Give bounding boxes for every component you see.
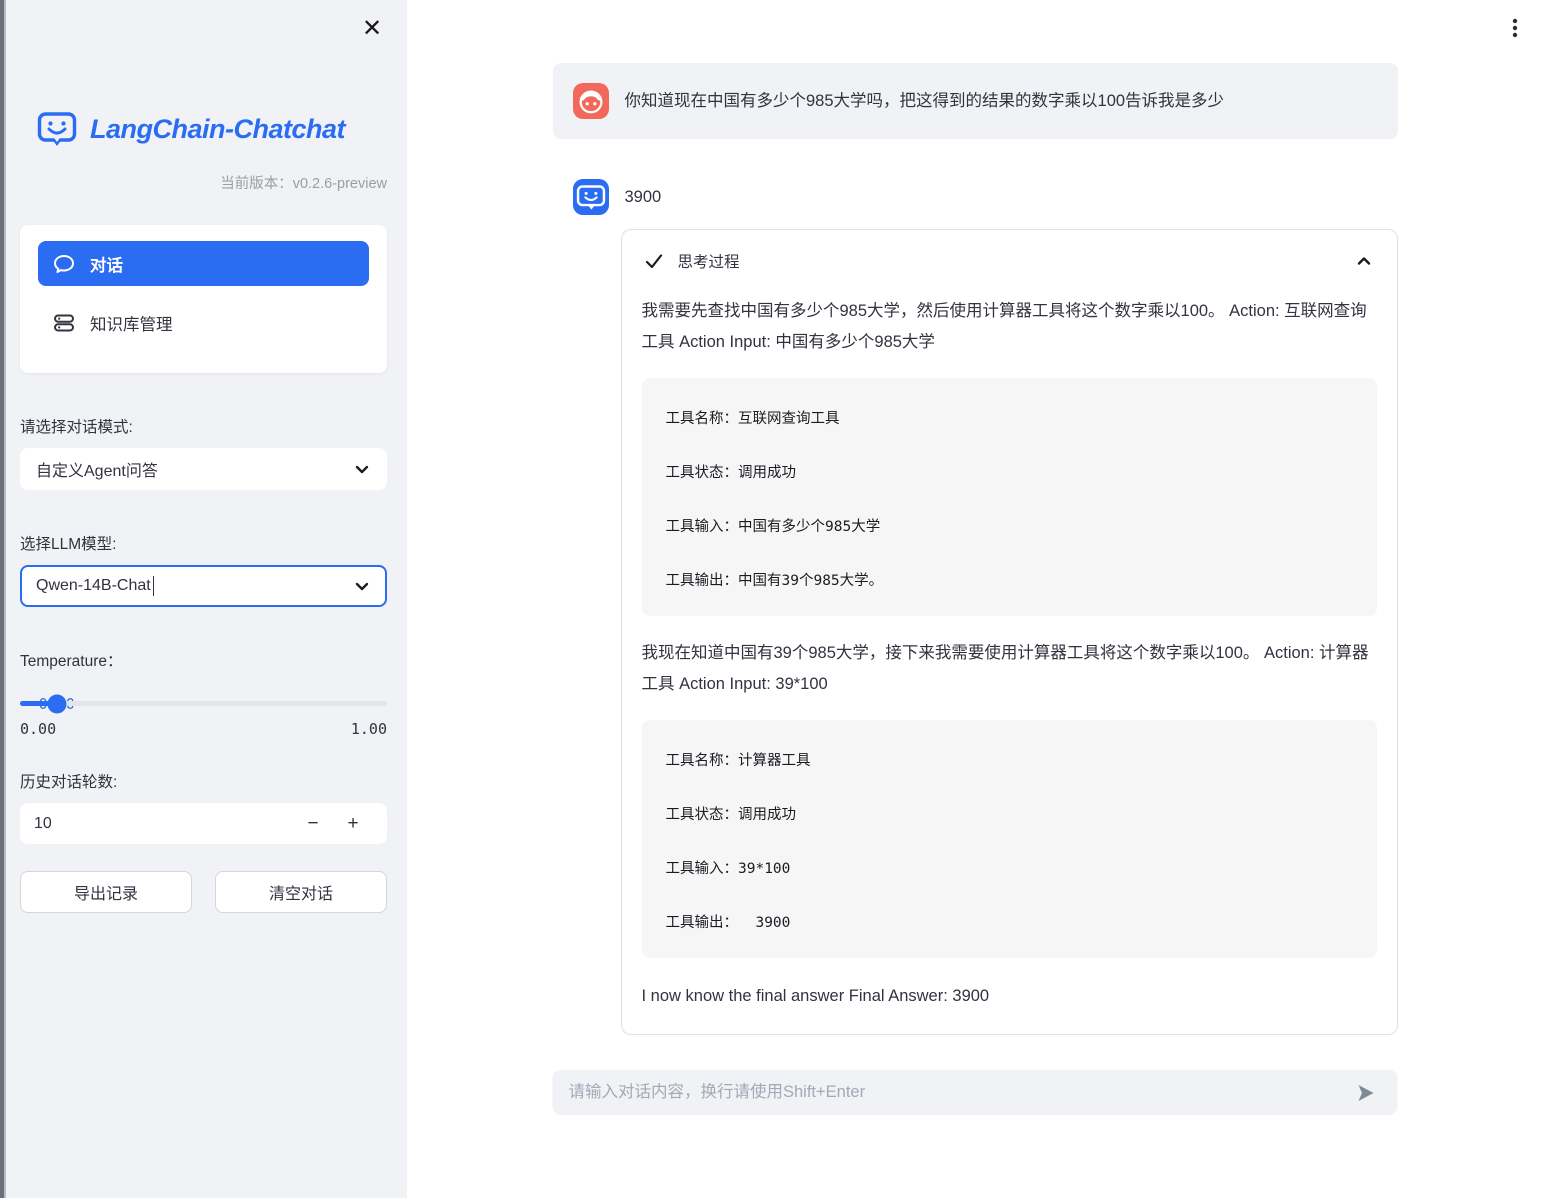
- llm-model-select[interactable]: Qwen-14B-Chat: [20, 565, 387, 607]
- tool-status-line: 工具状态：调用成功: [666, 463, 1353, 483]
- slider-thumb[interactable]: [47, 694, 66, 713]
- expander-header[interactable]: 思考过程: [622, 230, 1397, 284]
- export-records-button[interactable]: 导出记录: [20, 871, 192, 913]
- chatchat-logo-icon: [36, 108, 78, 150]
- brand-title: LangChain-Chatchat: [90, 114, 345, 145]
- window-edge-highlight: [4, 0, 6, 1198]
- tool-call-block-1: 工具名称：互联网查询工具 工具状态：调用成功 工具输入：中国有多少个985大学 …: [642, 378, 1377, 616]
- nav-item-knowledge-base[interactable]: 知识库管理: [38, 300, 369, 345]
- thought-paragraph: 我现在知道中国有39个985大学，接下来我需要使用计算器工具将这个数字乘以100…: [642, 638, 1377, 700]
- main-area: 你知道现在中国有多少个985大学吗，把这得到的结果的数字乘以100告诉我是多少 …: [407, 0, 1543, 1198]
- chevron-down-icon: [353, 577, 371, 595]
- tool-name-line: 工具名称：互联网查询工具: [666, 409, 1353, 429]
- history-rounds-input[interactable]: 10 − +: [20, 803, 387, 844]
- assistant-answer-text: 3900: [625, 179, 662, 215]
- llm-model-label: 选择LLM模型:: [20, 532, 387, 554]
- app-window: ✕ LangChain-Chatchat 当前版本：v0.2.6-preview: [0, 0, 1543, 1198]
- history-rounds-value: 10: [34, 815, 293, 833]
- slider-track[interactable]: [20, 701, 387, 706]
- thinking-process-expander: 思考过程 我需要先查找中国有多少个985大学，然后使用计算器工具将这个数字乘以1…: [621, 229, 1398, 1035]
- slider-minmax: 0.00 1.00: [20, 720, 387, 738]
- chat-bubble-icon: [52, 252, 76, 276]
- overflow-menu-button[interactable]: [1500, 13, 1530, 43]
- brand: LangChain-Chatchat: [36, 108, 387, 150]
- history-rounds-label: 历史对话轮数:: [20, 770, 387, 792]
- version-value: v0.2.6-preview: [293, 176, 387, 192]
- temperature-slider: 0.10 0.00 1.00: [20, 701, 387, 738]
- user-avatar: [573, 83, 609, 119]
- increment-button[interactable]: +: [333, 803, 373, 844]
- server-stack-icon: [52, 311, 76, 335]
- user-message-text: 你知道现在中国有多少个985大学吗，把这得到的结果的数字乘以100告诉我是多少: [625, 83, 1225, 119]
- nav-card: 对话 知识库管理: [20, 225, 387, 373]
- chat-input[interactable]: [569, 1083, 1350, 1102]
- temperature-label: Temperature：: [20, 649, 387, 671]
- expander-title: 思考过程: [678, 250, 740, 272]
- nav-item-dialog-label: 对话: [90, 252, 123, 276]
- chatchat-bot-icon: [574, 180, 608, 214]
- final-answer-text: I now know the final answer Final Answer…: [642, 984, 1377, 1008]
- tool-output-line: 工具输出：中国有39个985大学。: [666, 571, 1353, 591]
- slider-max-label: 1.00: [351, 720, 387, 738]
- tool-output-line: 工具输出： 3900: [666, 913, 1353, 933]
- assistant-avatar: [573, 179, 609, 215]
- send-icon: [1354, 1081, 1378, 1105]
- dialog-mode-select[interactable]: 自定义Agent问答: [20, 448, 387, 490]
- tool-name-line: 工具名称：计算器工具: [666, 751, 1353, 771]
- thought-paragraph: 我需要先查找中国有多少个985大学，然后使用计算器工具将这个数字乘以100。 A…: [642, 296, 1377, 358]
- llm-model-value: Qwen-14B-Chat: [36, 577, 151, 595]
- sidebar-actions: 导出记录 清空对话: [20, 871, 387, 913]
- assistant-message: 3900: [553, 179, 1398, 215]
- tool-input-line: 工具输入：39*100: [666, 859, 1353, 879]
- tool-input-line: 工具输入：中国有多少个985大学: [666, 517, 1353, 537]
- chevron-up-icon: [1355, 252, 1373, 275]
- check-icon: [644, 251, 664, 271]
- send-button[interactable]: [1350, 1077, 1382, 1109]
- chat-input-bar: [553, 1070, 1398, 1115]
- nav-item-knowledge-base-label: 知识库管理: [90, 311, 173, 335]
- boy-face-icon: [573, 83, 609, 119]
- nav-item-dialog[interactable]: 对话: [38, 241, 369, 286]
- expander-body: 我需要先查找中国有多少个985大学，然后使用计算器工具将这个数字乘以100。 A…: [622, 284, 1397, 1034]
- user-message: 你知道现在中国有多少个985大学吗，把这得到的结果的数字乘以100告诉我是多少: [553, 63, 1398, 139]
- version-row: 当前版本：v0.2.6-preview: [20, 172, 387, 193]
- dialog-mode-label: 请选择对话模式:: [20, 415, 387, 437]
- text-caret: [153, 576, 155, 596]
- sidebar-close-button[interactable]: ✕: [355, 12, 389, 46]
- slider-min-label: 0.00: [20, 720, 56, 738]
- clear-dialog-button[interactable]: 清空对话: [215, 871, 387, 913]
- chat-column: 你知道现在中国有多少个985大学吗，把这得到的结果的数字乘以100告诉我是多少 …: [553, 0, 1398, 1035]
- dialog-mode-value: 自定义Agent问答: [36, 457, 158, 481]
- sidebar: ✕ LangChain-Chatchat 当前版本：v0.2.6-preview: [0, 0, 407, 1198]
- decrement-button[interactable]: −: [293, 803, 333, 844]
- chevron-down-icon: [353, 460, 371, 478]
- version-label: 当前版本：: [220, 176, 293, 192]
- tool-call-block-2: 工具名称：计算器工具 工具状态：调用成功 工具输入：39*100 工具输出： 3…: [642, 720, 1377, 958]
- tool-status-line: 工具状态：调用成功: [666, 805, 1353, 825]
- vertical-dots-icon: [1506, 17, 1524, 39]
